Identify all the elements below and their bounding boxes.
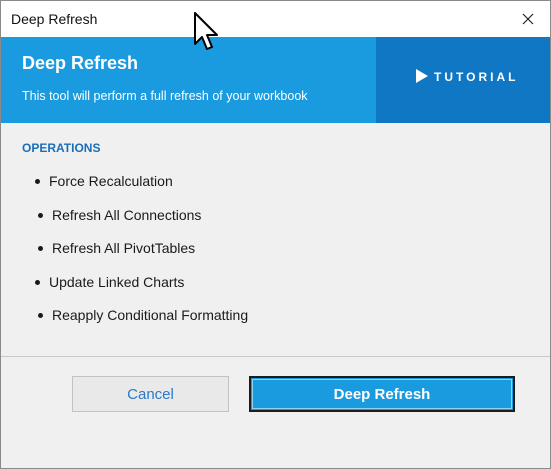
banner-title: Deep Refresh: [22, 53, 139, 73]
mouse-pointer-icon: [194, 12, 218, 50]
operation-label: Refresh All PivotTables: [52, 240, 196, 256]
bullet-icon: [35, 179, 40, 184]
bullet-icon: [35, 279, 40, 285]
cancel-button[interactable]: Cancel: [72, 376, 229, 412]
deep-refresh-button[interactable]: Deep Refresh: [249, 376, 515, 412]
play-icon: [416, 69, 428, 83]
close-button[interactable]: [506, 1, 550, 37]
bullet-icon: [38, 313, 43, 318]
operation-label: Update Linked Charts: [49, 273, 185, 290]
title-bar: Deep Refresh: [1, 1, 550, 37]
tutorial-button[interactable]: TUTORIAL: [376, 37, 550, 123]
bullet-icon: [38, 246, 43, 251]
operations-panel: OPERATIONS Force Recalculation Refresh A…: [1, 123, 550, 356]
footer-divider: [1, 356, 550, 357]
deep-refresh-dialog: Deep Refresh Deep Refresh This tool will…: [0, 0, 551, 469]
banner-subtitle: This tool will perform a full refresh of…: [22, 89, 308, 103]
header-banner: Deep Refresh This tool will perform a fu…: [1, 37, 550, 123]
close-icon: [522, 13, 534, 25]
bullet-icon: [38, 212, 43, 218]
operation-label: Refresh All Connections: [52, 206, 202, 223]
focus-ring: [252, 379, 512, 409]
tutorial-label: TUTORIAL: [434, 70, 519, 84]
operation-label: Reapply Conditional Formatting: [52, 307, 249, 323]
operations-title: OPERATIONS: [22, 141, 101, 155]
operation-label: Force Recalculation: [49, 173, 173, 189]
window-title: Deep Refresh: [11, 11, 98, 27]
